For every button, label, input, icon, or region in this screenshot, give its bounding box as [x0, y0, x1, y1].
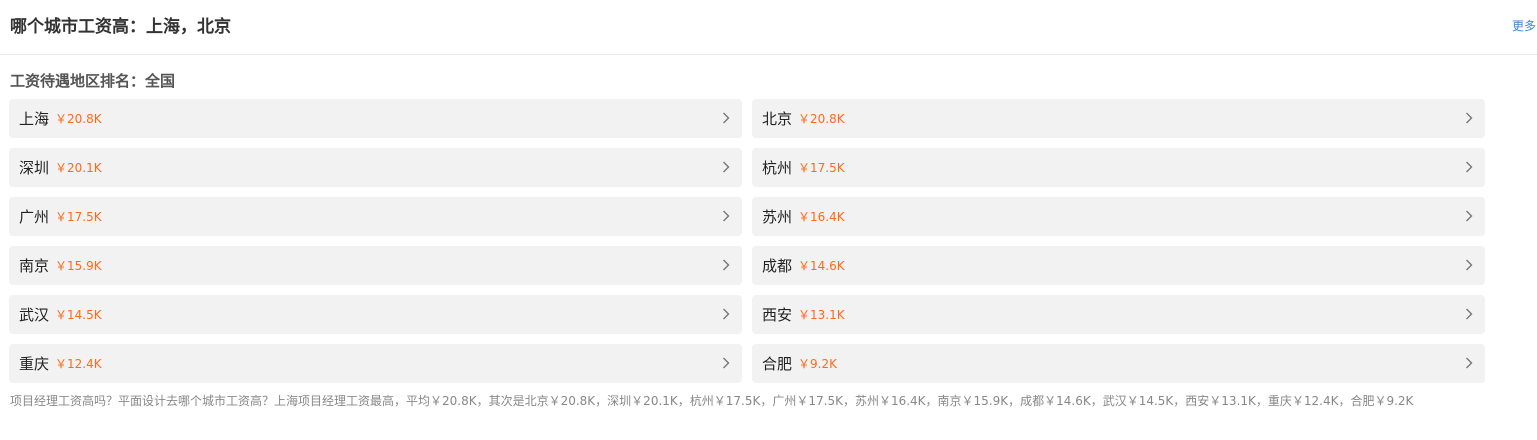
chevron-right-icon: [723, 308, 730, 320]
city-salary: ￥20.8K: [55, 112, 102, 126]
city-salary: ￥16.4K: [798, 210, 845, 224]
city-item[interactable]: 广州 ￥17.5K: [9, 197, 742, 236]
city-name: 深圳: [19, 159, 50, 177]
city-item[interactable]: 苏州 ￥16.4K: [752, 197, 1485, 236]
chevron-right-icon: [723, 112, 730, 124]
city-salary: ￥12.4K: [55, 357, 102, 371]
city-item[interactable]: 武汉 ￥14.5K: [9, 295, 742, 334]
header: 哪个城市工资高：上海，北京 更多: [0, 0, 1537, 55]
city-name: 苏州: [762, 208, 793, 226]
city-name: 重庆: [19, 355, 50, 373]
city-salary: ￥15.9K: [55, 259, 102, 273]
city-item[interactable]: 成都 ￥14.6K: [752, 246, 1485, 285]
ranking-subtitle: 工资待遇地区排名：全国: [10, 72, 176, 90]
chevron-right-icon: [1466, 308, 1473, 320]
more-link[interactable]: 更多: [1512, 17, 1536, 34]
city-ranking-grid: 上海 ￥20.8K 北京 ￥20.8K 深圳 ￥20.1K 杭州 ￥17.5K …: [9, 99, 1485, 383]
city-salary: ￥20.8K: [798, 112, 845, 126]
chevron-right-icon: [723, 161, 730, 173]
city-item[interactable]: 深圳 ￥20.1K: [9, 148, 742, 187]
city-name: 合肥: [762, 355, 793, 373]
city-name: 北京: [762, 110, 793, 128]
city-name: 杭州: [762, 159, 793, 177]
chevron-right-icon: [723, 259, 730, 271]
city-name: 西安: [762, 306, 793, 324]
chevron-right-icon: [1466, 161, 1473, 173]
city-name: 南京: [19, 257, 50, 275]
city-item[interactable]: 上海 ￥20.8K: [9, 99, 742, 138]
city-salary: ￥14.6K: [798, 259, 845, 273]
salary-city-page: 哪个城市工资高：上海，北京 更多 工资待遇地区排名：全国 上海 ￥20.8K 北…: [0, 0, 1537, 440]
salary-summary-text: 项目经理工资高吗？平面设计去哪个城市工资高？上海项目经理工资最高，平均￥20.8…: [10, 394, 1414, 408]
city-salary: ￥20.1K: [55, 161, 102, 175]
chevron-right-icon: [1466, 210, 1473, 222]
city-item[interactable]: 杭州 ￥17.5K: [752, 148, 1485, 187]
chevron-right-icon: [723, 210, 730, 222]
city-name: 上海: [19, 110, 50, 128]
city-name: 武汉: [19, 306, 50, 324]
city-item[interactable]: 合肥 ￥9.2K: [752, 344, 1485, 383]
city-name: 广州: [19, 208, 50, 226]
chevron-right-icon: [723, 357, 730, 369]
chevron-right-icon: [1466, 357, 1473, 369]
city-item[interactable]: 南京 ￥15.9K: [9, 246, 742, 285]
city-salary: ￥17.5K: [55, 210, 102, 224]
city-salary: ￥17.5K: [798, 161, 845, 175]
page-title: 哪个城市工资高：上海，北京: [10, 17, 231, 37]
city-item[interactable]: 西安 ￥13.1K: [752, 295, 1485, 334]
city-salary: ￥9.2K: [798, 357, 837, 371]
city-item[interactable]: 重庆 ￥12.4K: [9, 344, 742, 383]
city-salary: ￥13.1K: [798, 308, 845, 322]
chevron-right-icon: [1466, 259, 1473, 271]
city-salary: ￥14.5K: [55, 308, 102, 322]
city-name: 成都: [762, 257, 793, 275]
chevron-right-icon: [1466, 112, 1473, 124]
city-item[interactable]: 北京 ￥20.8K: [752, 99, 1485, 138]
